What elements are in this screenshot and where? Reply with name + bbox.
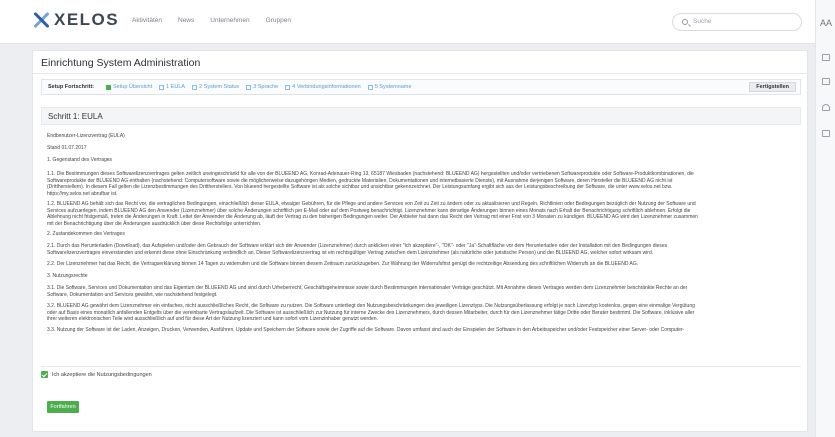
right-rail: AA <box>815 0 835 437</box>
step-pending-icon <box>192 84 198 90</box>
search-icon <box>682 19 688 25</box>
top-bar: XELOS Aktivitäten News Unternehmen Grupp… <box>0 0 835 44</box>
progress-label: Setup Fortschritt: <box>48 84 95 90</box>
setup-card: Einrichtung System Administration Setup … <box>32 50 808 432</box>
mail-icon[interactable] <box>822 54 830 61</box>
progress-step[interactable]: 4 Verbindungsinformationen <box>285 84 361 90</box>
step-complete-icon <box>106 84 111 90</box>
eula-line: Softwarelizenzvertrages einverstanden un… <box>47 249 654 256</box>
progress-step-label: Setup Übersicht <box>113 84 153 90</box>
eula-line: Software, Dokumentation und Services gew… <box>47 291 218 298</box>
search-placeholder: Suche <box>693 18 712 25</box>
eula-line: 2. Zustandekommen des Vertrages <box>47 231 125 237</box>
progress-step[interactable]: 3 Sprache <box>246 84 278 90</box>
step-pending-icon <box>246 84 252 90</box>
xelos-logo[interactable]: XELOS <box>32 10 119 30</box>
progress-step-label: 4 Verbindungsinformationen <box>292 84 361 90</box>
eula-line: 1. Gegenstand des Vertrages <box>47 157 113 163</box>
eula-line: ihrer weiteren elektronischen Teile wird… <box>47 316 378 322</box>
accept-terms-label: Ich akzeptiere die Nutzungsbedingungen <box>52 371 152 378</box>
setup-progress-bar: Setup Fortschritt: Setup Übersicht 1 EULA… <box>41 79 801 95</box>
eula-line: mit der Benachrichtigung über die Änderu… <box>47 220 262 227</box>
progress-step[interactable]: Setup Übersicht <box>106 84 152 90</box>
progress-step[interactable]: 1 EULA <box>159 84 185 90</box>
progress-step[interactable]: 2 System Status <box>192 84 239 90</box>
font-size-toggle[interactable]: AA <box>820 18 832 28</box>
progress-step-label: 3 Sprache <box>253 84 279 90</box>
tasks-icon[interactable] <box>822 78 830 85</box>
eula-line: Stand 01.07.2017 <box>47 145 87 151</box>
finish-button[interactable]: Fertigstellen <box>749 82 796 92</box>
accept-terms-checkbox[interactable]: Ich akzeptiere die Nutzungsbedingungen <box>41 371 152 378</box>
divider <box>33 73 807 74</box>
step-pending-icon <box>285 84 291 90</box>
brand-name: XELOS <box>54 10 120 29</box>
main-nav: Aktivitäten News Unternehmen Gruppen <box>132 17 291 24</box>
progress-step-label: 1 EULA <box>166 84 186 90</box>
checkbox-checked-icon[interactable] <box>41 371 48 378</box>
xelos-logo-mark-icon <box>32 11 50 29</box>
step-title: Schritt 1: EULA <box>48 112 103 121</box>
eula-text-area[interactable]: Endbenutzer-Lizenzvertrag (EULA) Stand 01… <box>41 129 801 367</box>
step-pending-icon <box>159 84 165 90</box>
nav-item-aktivitaeten[interactable]: Aktivitäten <box>132 17 162 24</box>
page-title: Einrichtung System Administration <box>41 57 201 69</box>
nav-item-news[interactable]: News <box>178 17 194 24</box>
bookmark-icon[interactable] <box>822 130 830 137</box>
progress-step-label: 5 Systemname <box>374 84 412 90</box>
continue-button[interactable]: Fortfahren <box>47 401 79 413</box>
eula-line: 3.3. Nutzung der Software ist der Laden,… <box>47 327 685 333</box>
progress-step[interactable]: 5 Systemname <box>367 84 412 90</box>
eula-line: Endbenutzer-Lizenzvertrag (EULA) <box>47 133 125 139</box>
step-header: Schritt 1: EULA <box>41 107 801 125</box>
eula-line: 2.2. Der Lizenznehmer hat das Recht, die… <box>47 261 639 267</box>
progress-steps: Setup Übersicht 1 EULA 2 System Status 3 Sp… <box>106 84 411 90</box>
step-pending-icon <box>367 84 373 90</box>
eula-line: 3. Nutzungsrechte <box>47 273 88 279</box>
nav-item-gruppen[interactable]: Gruppen <box>266 17 291 24</box>
search-input[interactable]: Suche <box>672 13 802 31</box>
nav-item-unternehmen[interactable]: Unternehmen <box>210 17 249 24</box>
eula-line: https://my.xelos.net abrufbar ist. <box>47 190 118 197</box>
notification-bell-icon[interactable] <box>822 104 830 111</box>
progress-step-label: 2 System Status <box>199 84 240 90</box>
